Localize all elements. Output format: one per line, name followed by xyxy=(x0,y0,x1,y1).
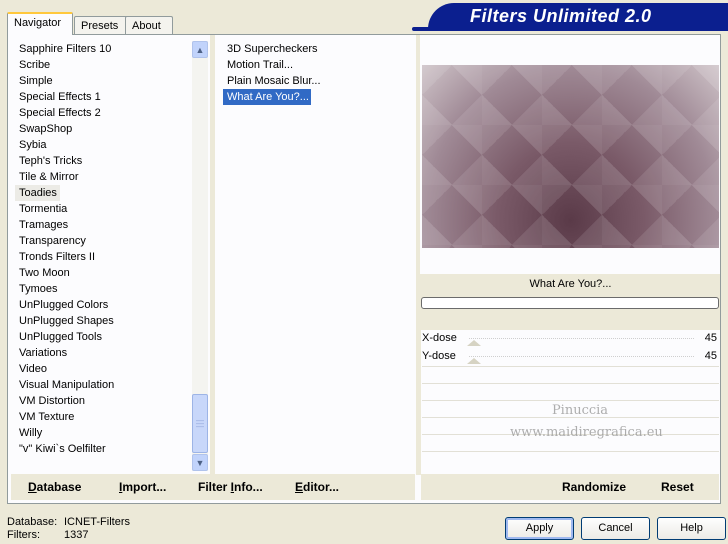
filter-item[interactable]: 3D Supercheckers xyxy=(223,41,415,57)
category-item[interactable]: Special Effects 2 xyxy=(15,105,191,121)
empty-slider-row xyxy=(422,451,719,468)
category-item[interactable]: Visual Manipulation xyxy=(15,377,191,393)
slider-label: Y-dose xyxy=(422,350,456,362)
slider-y-dose[interactable]: Y-dose 45 xyxy=(422,348,719,365)
scroll-up-button[interactable]: ▲ xyxy=(192,41,208,58)
status-value: ICNET-Filters xyxy=(64,516,130,528)
label-rest: nfo... xyxy=(234,480,263,494)
category-item[interactable]: UnPlugged Tools xyxy=(15,329,191,345)
category-item[interactable]: Two Moon xyxy=(15,265,191,281)
slider-thumb[interactable] xyxy=(467,358,481,364)
title-banner-underline xyxy=(412,27,728,31)
database-button[interactable]: Database xyxy=(28,480,81,494)
tab-about[interactable]: About xyxy=(125,16,173,34)
help-button[interactable]: Help xyxy=(657,517,726,540)
tab-navigator[interactable]: Navigator xyxy=(7,12,73,35)
randomize-button[interactable]: Randomize xyxy=(562,480,626,494)
category-item[interactable]: Toadies xyxy=(15,185,60,201)
filter-info-button[interactable]: Filter Info... xyxy=(198,480,263,494)
grip-icon: — — — xyxy=(196,416,204,431)
category-item[interactable]: Sapphire Filters 10 xyxy=(15,41,191,57)
label-rest: ditor... xyxy=(303,480,340,494)
status-value: 1337 xyxy=(64,529,89,541)
category-item[interactable]: VM Texture xyxy=(15,409,191,425)
slider-value: 45 xyxy=(704,332,717,344)
filter-item[interactable]: Plain Mosaic Blur... xyxy=(223,73,415,89)
category-list[interactable]: Sapphire Filters 10 Scribe Simple Special E… xyxy=(15,41,191,457)
slider-x-dose[interactable]: X-dose 45 xyxy=(422,330,719,347)
right-toolbar: Randomize Reset xyxy=(421,474,719,500)
scroll-down-button[interactable]: ▼ xyxy=(192,454,208,471)
filter-item[interactable]: What Are You?... xyxy=(223,89,311,105)
category-item[interactable]: Video xyxy=(15,361,191,377)
filter-item[interactable]: Motion Trail... xyxy=(223,57,415,73)
empty-slider-row xyxy=(422,383,719,400)
tab-presets[interactable]: Presets xyxy=(74,16,128,34)
reset-button[interactable]: Reset xyxy=(661,480,694,494)
category-item[interactable]: UnPlugged Shapes xyxy=(15,313,191,329)
left-toolbar: Database Import... Filter Info... Editor… xyxy=(11,474,415,500)
category-item[interactable]: Tronds Filters II xyxy=(15,249,191,265)
import-button[interactable]: Import... xyxy=(119,480,166,494)
label-rest: atabase xyxy=(36,480,82,494)
category-item[interactable]: "v" Kiwi`s Oelfilter xyxy=(15,441,191,457)
category-item[interactable]: Simple xyxy=(15,73,191,89)
category-item[interactable]: Tile & Mirror xyxy=(15,169,191,185)
slider-value: 45 xyxy=(704,350,717,362)
slider-track[interactable] xyxy=(469,356,694,357)
category-item[interactable]: Tymoes xyxy=(15,281,191,297)
slider-label: X-dose xyxy=(422,332,457,344)
label-rest: mport... xyxy=(122,480,167,494)
chevron-up-icon: ▲ xyxy=(195,44,205,55)
slider-track[interactable] xyxy=(469,338,694,339)
filter-list[interactable]: 3D Supercheckers Motion Trail... Plain Mos… xyxy=(223,41,415,105)
watermark-line: www.maidiregrafica.eu xyxy=(510,425,663,440)
selected-filter-name: What Are You?... xyxy=(529,278,612,290)
app-title: Filters Unlimited 2.0 xyxy=(470,6,652,26)
accel-key: E xyxy=(295,480,304,494)
apply-button[interactable]: Apply xyxy=(505,517,574,540)
editor-button[interactable]: Editor... xyxy=(295,480,339,494)
accel-key: D xyxy=(28,480,37,494)
scroll-thumb[interactable]: — — — xyxy=(192,394,208,453)
status-label: Filters: xyxy=(7,529,40,541)
category-item[interactable]: Tormentia xyxy=(15,201,191,217)
category-item[interactable]: Willy xyxy=(15,425,191,441)
category-item[interactable]: UnPlugged Colors xyxy=(15,297,191,313)
category-item[interactable]: VM Distortion xyxy=(15,393,191,409)
progress-bar xyxy=(421,297,719,309)
status-label: Database: xyxy=(7,516,58,528)
database-status: Database: ICNET-Filters xyxy=(7,516,130,529)
filters-status: Filters: 1337 xyxy=(7,529,88,542)
category-item[interactable]: Teph's Tricks xyxy=(15,153,191,169)
empty-slider-row xyxy=(422,366,719,383)
category-item[interactable]: Sybia xyxy=(15,137,191,153)
category-item[interactable]: SwapShop xyxy=(15,121,191,137)
label-start: Filter xyxy=(198,480,231,494)
category-item[interactable]: Scribe xyxy=(15,57,191,73)
category-item[interactable]: Special Effects 1 xyxy=(15,89,191,105)
pane-divider-1 xyxy=(210,35,215,475)
watermark: Pinuccia www.maidiregrafica.eu xyxy=(510,400,663,444)
watermark-line: Pinuccia xyxy=(551,403,609,418)
category-item[interactable]: Transparency xyxy=(15,233,191,249)
category-scrollbar[interactable]: ▲ — — — ▼ xyxy=(192,41,208,471)
cancel-button[interactable]: Cancel xyxy=(581,517,650,540)
chevron-down-icon: ▼ xyxy=(195,457,205,468)
preview-image xyxy=(422,65,719,248)
category-item[interactable]: Tramages xyxy=(15,217,191,233)
slider-thumb[interactable] xyxy=(467,340,481,346)
category-item[interactable]: Variations xyxy=(15,345,191,361)
